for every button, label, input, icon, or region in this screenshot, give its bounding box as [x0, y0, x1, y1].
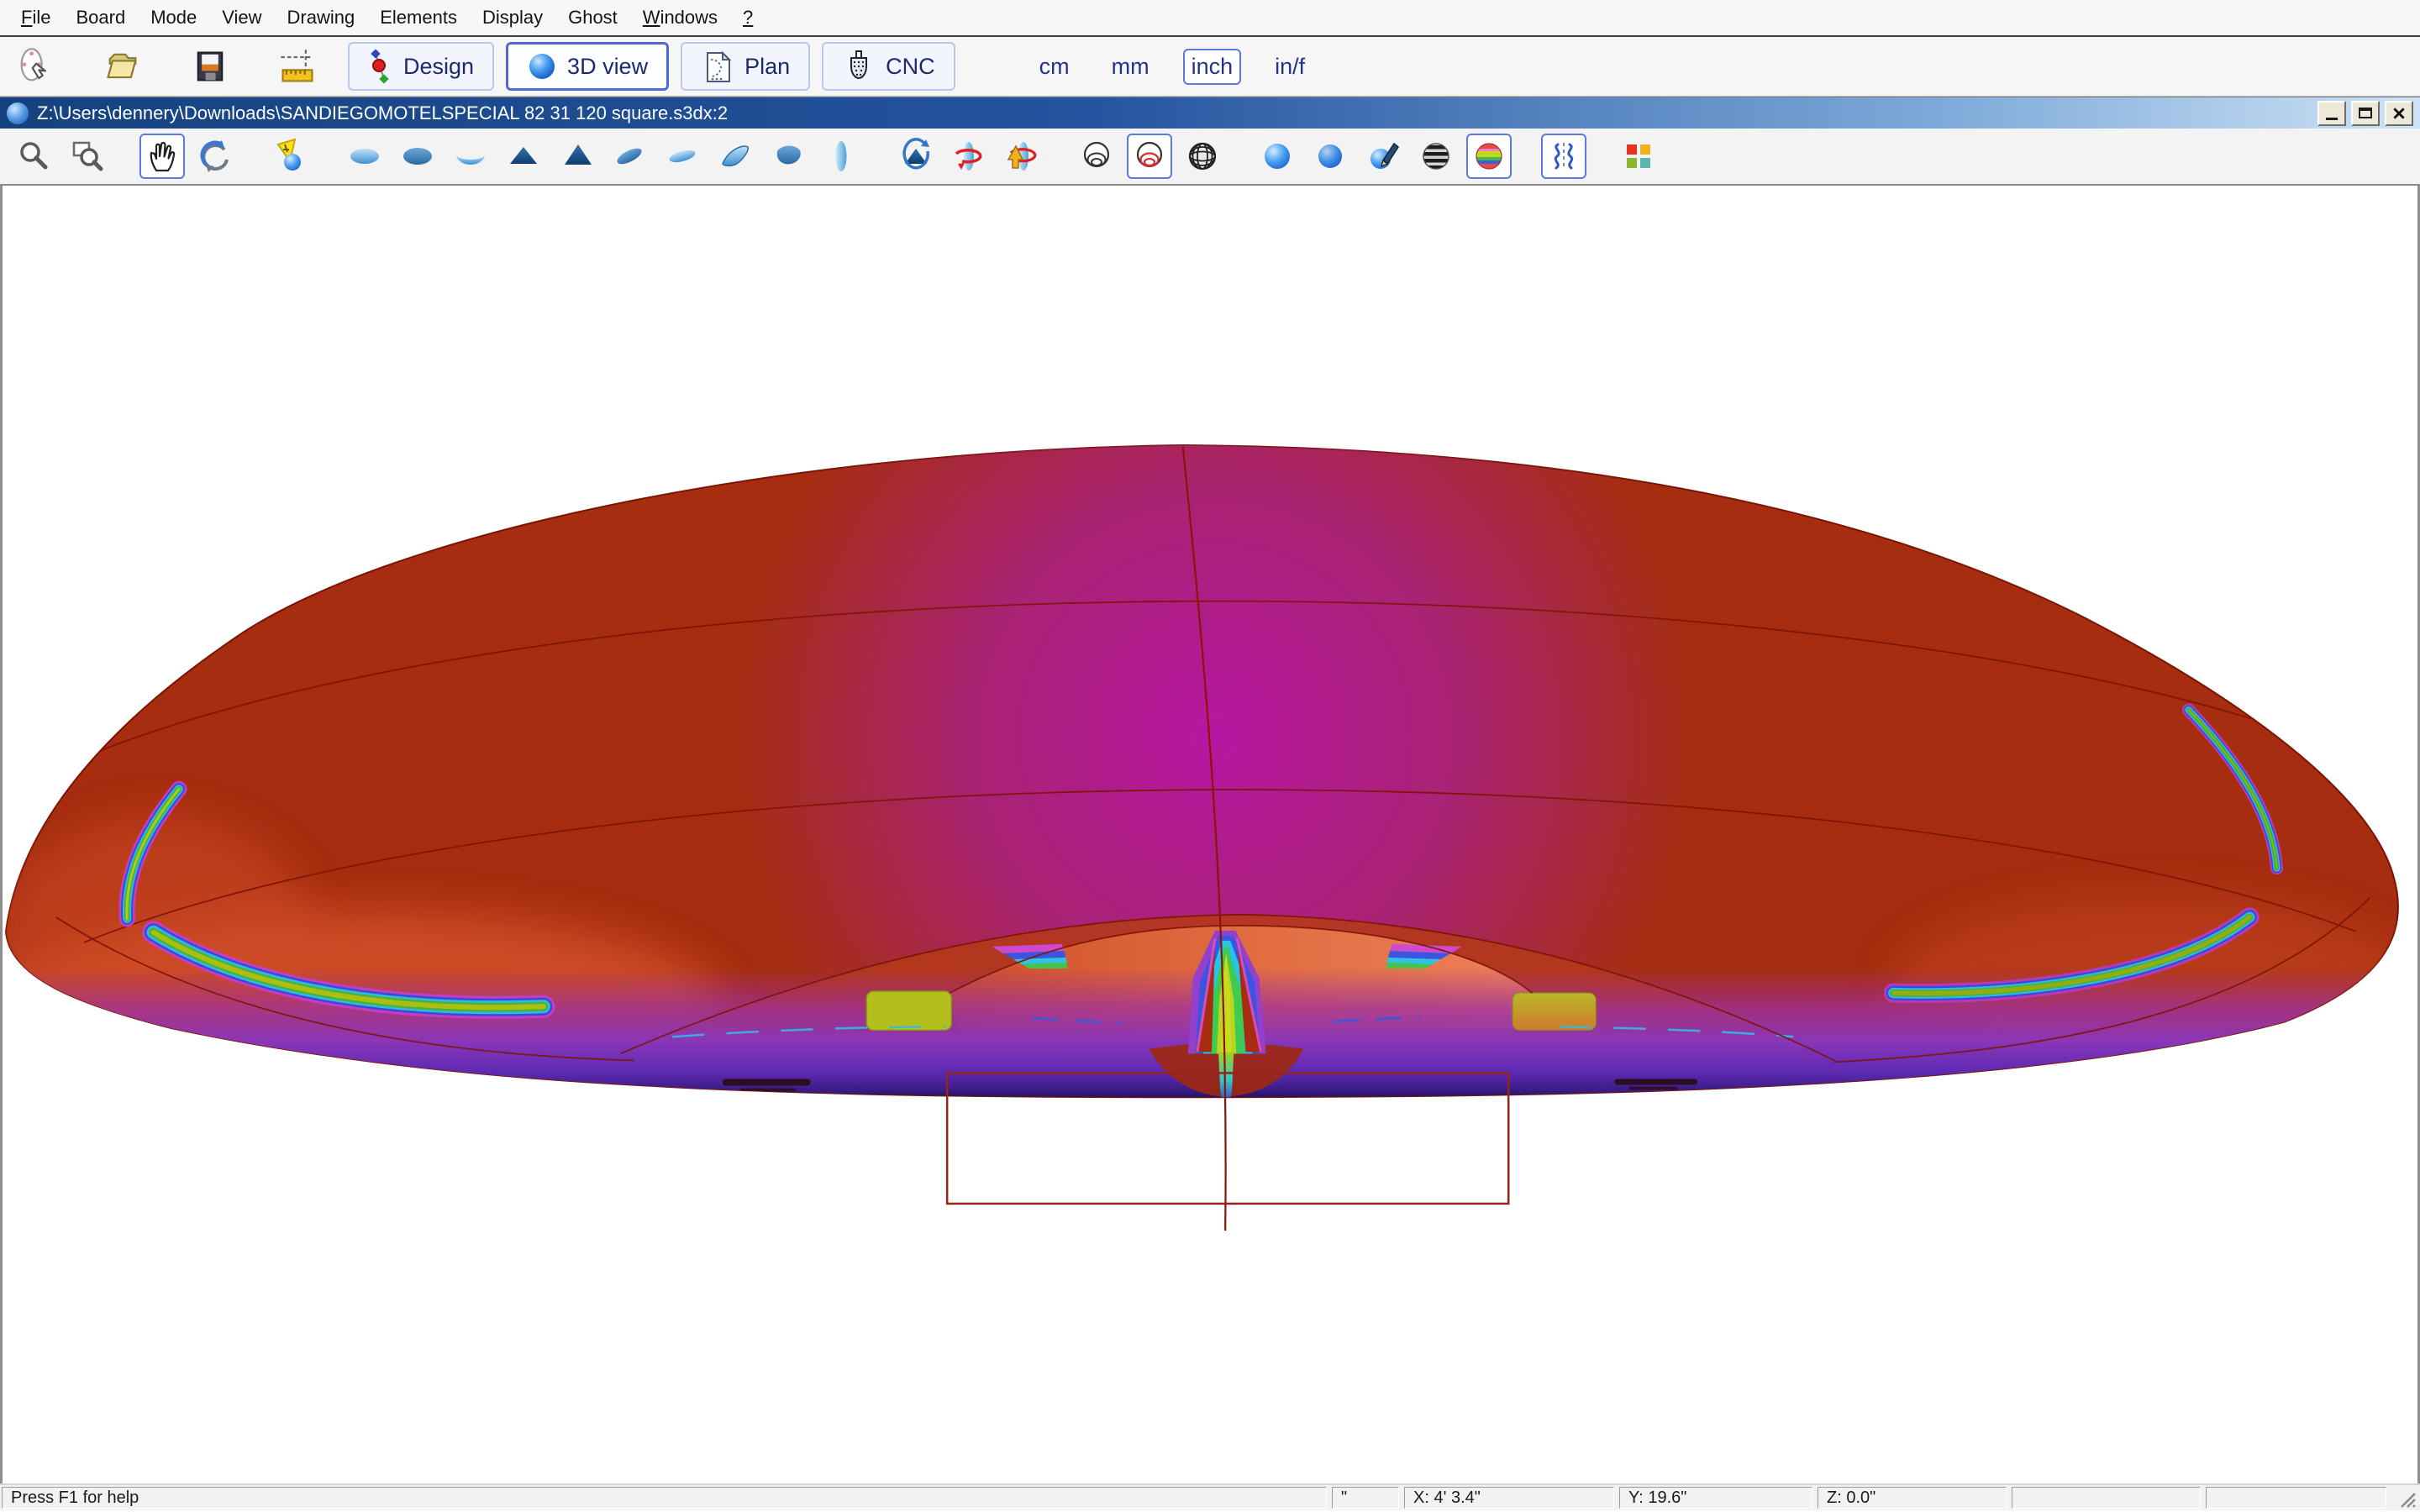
menu-bar: File Board Mode View Drawing Elements Di…: [0, 0, 2420, 37]
mesh-icon[interactable]: [1180, 134, 1225, 179]
3d-viewport[interactable]: [0, 186, 2420, 1483]
view-perspective-b-icon[interactable]: [765, 134, 811, 179]
color-palette-icon[interactable]: [1616, 134, 1661, 179]
zoom-window-icon[interactable]: [65, 134, 110, 179]
close-button[interactable]: [2385, 101, 2413, 126]
resize-grip[interactable]: [2393, 1485, 2418, 1510]
status-y-coordinate: Y: 19.6": [1619, 1487, 1812, 1509]
render-shaded-icon[interactable]: [1255, 134, 1300, 179]
document-titlebar: Z:\Users\dennery\Downloads\SANDIEGOMOTEL…: [0, 97, 2420, 129]
menu-item-mode[interactable]: Mode: [138, 7, 209, 29]
unit-cm[interactable]: cm: [1031, 49, 1078, 85]
symmetry-icon[interactable]: [1541, 134, 1586, 179]
minimize-button[interactable]: [2317, 101, 2346, 126]
document-icon: [7, 102, 29, 124]
view-side-b-icon[interactable]: [554, 134, 599, 179]
render-zebra-icon[interactable]: [1413, 134, 1459, 179]
status-empty-1: [2012, 1487, 2201, 1509]
view-perspective-a-icon[interactable]: [713, 134, 758, 179]
status-empty-2: [2206, 1487, 2386, 1509]
pan-hand-icon[interactable]: [139, 134, 185, 179]
menu-item-help[interactable]: ?: [730, 7, 765, 29]
render-texture-icon[interactable]: [1360, 134, 1406, 179]
plan-mode-button[interactable]: Plan: [681, 42, 810, 91]
main-toolbar: Design 3D view Plan: [0, 37, 2420, 97]
3d-view-mode-label: 3D view: [567, 54, 648, 80]
zoom-icon[interactable]: [12, 134, 57, 179]
menu-item-display[interactable]: Display: [470, 7, 555, 29]
measurements-icon[interactable]: [276, 45, 319, 88]
unit-inf[interactable]: in/f: [1266, 49, 1313, 85]
wireframe-slices-icon[interactable]: [1127, 134, 1172, 179]
menu-item-drawing[interactable]: Drawing: [275, 7, 368, 29]
status-help: Press F1 for help: [2, 1487, 1327, 1509]
render-smooth-icon[interactable]: [1307, 134, 1353, 179]
cnc-mode-label: CNC: [886, 54, 935, 80]
rotate-vertical-icon[interactable]: [893, 134, 939, 179]
board-render: [3, 186, 2417, 1483]
rotate-horizontal-icon[interactable]: [946, 134, 992, 179]
view-tilt-a-icon[interactable]: [607, 134, 652, 179]
rotate-3d-icon[interactable]: [192, 134, 238, 179]
status-bar: Press F1 for help " X: 4' 3.4" Y: 19.6" …: [0, 1483, 2420, 1510]
new-board-icon[interactable]: [13, 45, 57, 88]
open-file-icon[interactable]: [101, 45, 145, 88]
document-title: Z:\Users\dennery\Downloads\SANDIEGOMOTEL…: [37, 102, 2307, 124]
view-front-icon[interactable]: [448, 134, 493, 179]
view-bottom-icon[interactable]: [395, 134, 440, 179]
unit-inch[interactable]: inch: [1183, 49, 1242, 85]
view-top-icon[interactable]: [342, 134, 387, 179]
maximize-button[interactable]: [2351, 101, 2380, 126]
view-side-a-icon[interactable]: [501, 134, 546, 179]
status-x-coordinate: X: 4' 3.4": [1404, 1487, 1614, 1509]
menu-item-windows[interactable]: Windows: [630, 7, 730, 29]
design-mode-button[interactable]: Design: [348, 42, 494, 91]
design-mode-label: Design: [403, 54, 474, 80]
unit-selector: cm mm inch in/f: [1031, 49, 1314, 85]
unit-mm[interactable]: mm: [1103, 49, 1158, 85]
flip-vertical-icon[interactable]: [999, 134, 1044, 179]
menu-item-elements[interactable]: Elements: [367, 7, 470, 29]
menu-item-file[interactable]: File: [8, 7, 63, 29]
view-tilt-b-icon[interactable]: [660, 134, 705, 179]
view-outline-icon[interactable]: [818, 134, 864, 179]
lighting-icon[interactable]: [267, 134, 313, 179]
cnc-mode-button[interactable]: CNC: [822, 42, 955, 91]
wireframe-icon[interactable]: [1074, 134, 1119, 179]
status-z-coordinate: Z: 0.0": [1818, 1487, 2007, 1509]
view-toolbar: [0, 129, 2420, 186]
menu-item-ghost[interactable]: Ghost: [555, 7, 630, 29]
3d-view-mode-button[interactable]: 3D view: [506, 42, 669, 91]
menu-item-board[interactable]: Board: [63, 7, 138, 29]
save-file-icon[interactable]: [188, 45, 232, 88]
render-curvature-icon[interactable]: [1466, 134, 1512, 179]
mode-buttons: Design 3D view Plan: [348, 42, 955, 91]
plan-mode-label: Plan: [744, 54, 790, 80]
status-unit: ": [1332, 1487, 1399, 1509]
menu-item-view[interactable]: View: [209, 7, 274, 29]
